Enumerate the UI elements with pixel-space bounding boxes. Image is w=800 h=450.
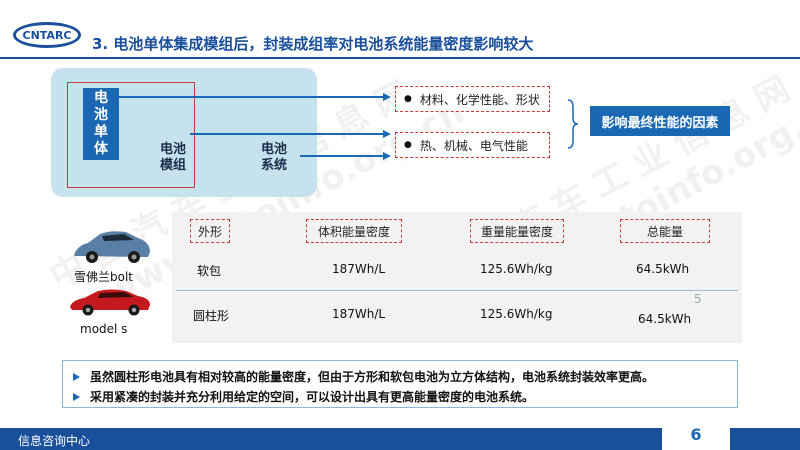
arrow-shaft-middle <box>190 133 384 135</box>
chevrolet-bolt-car-image <box>74 231 150 263</box>
note-text: 虽然圆柱形电池具有相对较高的能量密度，但由于方形和软包电池为立方体结构，电池系统… <box>90 370 655 384</box>
battery-cell-box: 电 池 单 体 <box>83 88 119 160</box>
cnaarc-logo: CNTARC <box>13 22 81 48</box>
property-text: 材料、化学性能、形状 <box>419 92 540 107</box>
cell-total: 64.5kWh <box>638 312 692 326</box>
row-divider <box>176 290 738 291</box>
system-label-line: 电池 <box>261 142 288 157</box>
note-item: 采用紧凑的封装并充分利用给定的空间，可以设计出具有更高能量密度的电池系统。 <box>73 388 534 405</box>
page-number: 6 <box>690 424 702 444</box>
logo-text: CNTARC <box>22 28 72 42</box>
cell-shape: 圆柱形 <box>193 309 230 323</box>
header-gravimetric-density: 重量能量密度 <box>470 219 564 243</box>
cell-volumetric: 187Wh/L <box>332 307 386 321</box>
arrow-shaft-bottom <box>300 155 384 157</box>
cell-shape: 软包 <box>197 264 222 278</box>
module-label: 电池 模组 <box>160 142 186 174</box>
arrow-shaft-top <box>110 96 384 98</box>
header-divider <box>0 57 800 59</box>
module-label-line: 电池 <box>160 142 187 157</box>
header-volumetric-density: 体积能量密度 <box>306 219 402 243</box>
arrow-head-middle <box>383 130 391 138</box>
tesla-model-s-car-image <box>70 289 150 316</box>
cell-gravimetric: 125.6Wh/kg <box>480 262 553 276</box>
cell-total: 64.5kWh <box>636 262 690 276</box>
bullet-icon: ● <box>404 140 412 150</box>
cell-char: 池 <box>94 107 108 123</box>
slide-title: 3. 电池单体集成模组后，封装成组率对电池系统能量密度影响较大 <box>92 35 534 53</box>
header-total-energy: 总能量 <box>620 219 710 243</box>
right-brace-icon <box>567 99 579 149</box>
property-box-material: ● 材料、化学性能、形状 <box>395 86 550 112</box>
cell-char: 体 <box>94 141 108 157</box>
cell-char: 电 <box>94 90 108 106</box>
triangle-bullet-icon <box>73 372 80 381</box>
cell-char: 单 <box>94 124 108 140</box>
system-label: 电池 系统 <box>261 142 287 174</box>
note-item: 虽然圆柱形电池具有相对较高的能量密度，但由于方形和软包电池为立方体结构，电池系统… <box>73 368 654 385</box>
cell-gravimetric: 125.6Wh/kg <box>480 307 553 321</box>
property-text: 热、机械、电气性能 <box>419 138 528 153</box>
page-number-box: 6 <box>662 418 730 450</box>
module-label-line: 模组 <box>160 158 187 173</box>
car-label-model-s: model s <box>80 322 128 336</box>
notes-box: 虽然圆柱形电池具有相对较高的能量密度，但由于方形和软包电池为立方体结构，电池系统… <box>62 360 738 408</box>
bullet-icon: ● <box>404 94 412 104</box>
header-shape: 外形 <box>190 219 230 243</box>
note-text: 采用紧凑的封装并充分利用给定的空间，可以设计出具有更高能量密度的电池系统。 <box>90 390 535 404</box>
stray-mark: 5 <box>694 292 702 306</box>
system-label-line: 系统 <box>261 158 288 173</box>
result-box: 影响最终性能的因素 <box>590 106 730 136</box>
arrow-head-bottom <box>383 152 391 160</box>
property-box-thermal: ● 热、机械、电气性能 <box>395 132 550 158</box>
footer-text: 信息咨询中心 <box>18 434 91 448</box>
cell-volumetric: 187Wh/L <box>332 262 386 276</box>
arrow-head-top <box>383 93 391 101</box>
triangle-bullet-icon <box>73 392 80 401</box>
